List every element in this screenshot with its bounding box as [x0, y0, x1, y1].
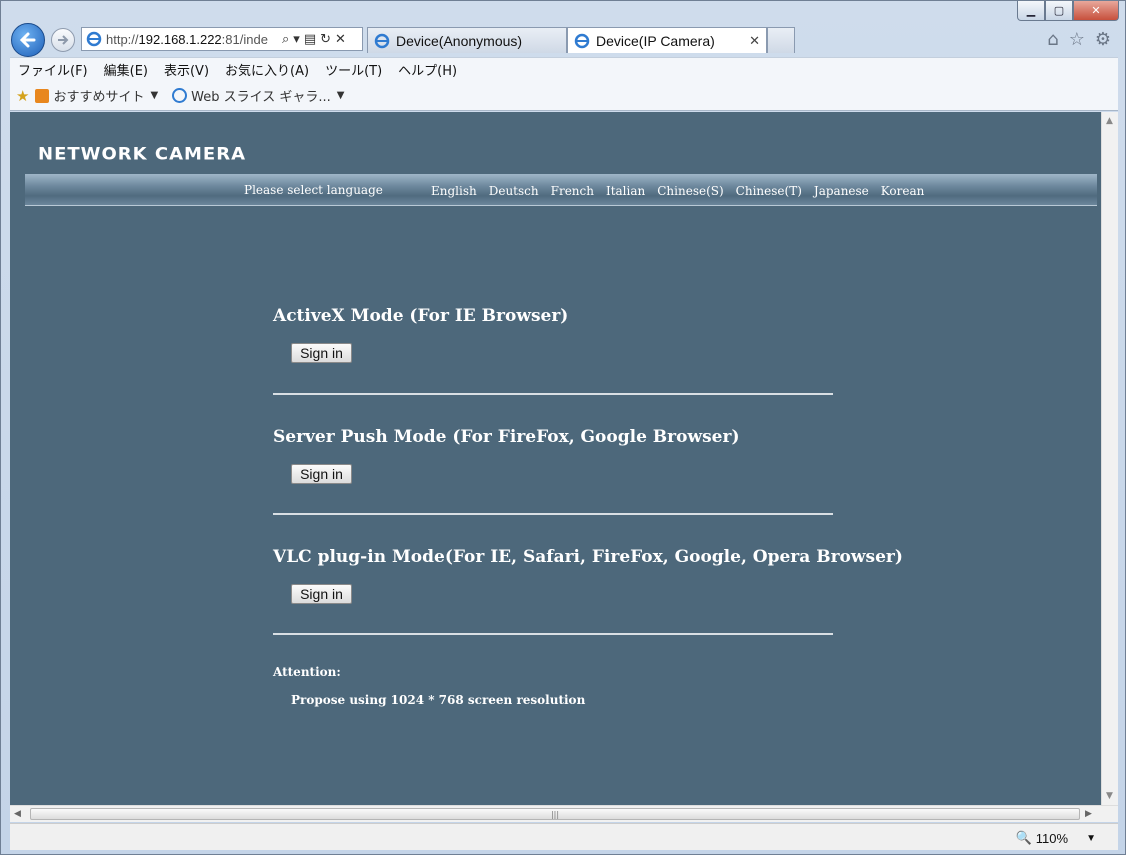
- lang-chinese-simplified[interactable]: Chinese(S): [657, 184, 723, 198]
- ie-tab-icon: [374, 33, 390, 48]
- window-controls: ▁ ▢ ✕: [1017, 1, 1119, 21]
- refresh-icon[interactable]: ↻: [320, 32, 331, 47]
- activex-mode-title: ActiveX Mode (For IE Browser): [273, 306, 569, 326]
- minimize-button[interactable]: ▁: [1017, 1, 1045, 21]
- ie-icon: [172, 88, 188, 103]
- zoom-icon: 🔍: [1015, 830, 1032, 845]
- ie-page-icon: [86, 31, 102, 47]
- favorites-bar: ★ おすすめサイト ▼ Web スライス ギャラ... ▼: [10, 81, 1118, 111]
- back-arrow-icon: [19, 32, 36, 48]
- chevron-down-icon: ▼: [150, 90, 159, 101]
- status-bar: 🔍 110% ▼: [10, 823, 1118, 850]
- divider: [273, 513, 833, 515]
- favorites-add-icon[interactable]: ★: [16, 87, 29, 105]
- address-text[interactable]: http://192.168.1.222:81/inde: [106, 32, 278, 47]
- navigation-row: http://192.168.1.222:81/inde ⌕ ▾ ▤ ↻ ✕ D…: [1, 21, 1125, 57]
- back-button[interactable]: [11, 23, 45, 57]
- activex-mode-section: ActiveX Mode (For IE Browser) Sign in: [273, 306, 833, 395]
- gear-icon[interactable]: ⚙: [1095, 29, 1111, 50]
- stop-icon[interactable]: ✕: [335, 32, 346, 47]
- vlc-mode-section: VLC plug-in Mode(For IE, Safari, FireFox…: [273, 547, 903, 635]
- zoom-control[interactable]: 🔍 110% ▼: [1016, 830, 1096, 846]
- lang-french[interactable]: French: [551, 184, 594, 198]
- server-push-mode-section: Server Push Mode (For FireFox, Google Br…: [273, 427, 833, 515]
- attention-label: Attention:: [273, 665, 341, 679]
- page-viewport: NETWORK CAMERA Please select language En…: [10, 112, 1101, 805]
- close-window-button[interactable]: ✕: [1073, 1, 1119, 21]
- menu-favorites[interactable]: お気に入り(A): [225, 60, 309, 79]
- menu-help[interactable]: ヘルプ(H): [398, 60, 457, 79]
- address-bar[interactable]: http://192.168.1.222:81/inde ⌕ ▾ ▤ ↻ ✕: [81, 27, 363, 51]
- attention-note: Propose using 1024 * 768 screen resoluti…: [291, 693, 586, 707]
- server-push-mode-title: Server Push Mode (For FireFox, Google Br…: [273, 427, 740, 447]
- zoom-level: 110%: [1035, 830, 1069, 846]
- language-prompt: Please select language: [244, 183, 383, 197]
- close-tab-icon[interactable]: ✕: [749, 33, 760, 49]
- language-bar: Please select language English Deutsch F…: [25, 174, 1097, 206]
- activex-sign-in-button[interactable]: Sign in: [291, 343, 352, 363]
- home-icon[interactable]: ⌂: [1047, 29, 1058, 50]
- vlc-mode-title: VLC plug-in Mode(For IE, Safari, FireFox…: [273, 547, 903, 567]
- tab-device-ip-camera[interactable]: Device(IP Camera) ✕: [567, 27, 767, 53]
- divider: [273, 633, 833, 635]
- lang-english[interactable]: English: [431, 184, 477, 198]
- vertical-scrollbar[interactable]: ▲ ▼: [1101, 112, 1118, 805]
- tab-label: Device(Anonymous): [396, 32, 523, 49]
- tab-device-anonymous[interactable]: Device(Anonymous): [367, 27, 567, 53]
- scroll-left-icon[interactable]: ◀: [14, 809, 21, 819]
- tab-label: Device(IP Camera): [596, 32, 715, 49]
- maximize-button[interactable]: ▢: [1045, 1, 1073, 21]
- lang-chinese-traditional[interactable]: Chinese(T): [736, 184, 802, 198]
- new-tab-button[interactable]: [767, 27, 795, 53]
- server-push-sign-in-button[interactable]: Sign in: [291, 464, 352, 484]
- lang-deutsch[interactable]: Deutsch: [489, 184, 539, 198]
- menu-edit[interactable]: 編集(E): [104, 60, 148, 79]
- language-list: English Deutsch French Italian Chinese(S…: [431, 184, 924, 198]
- dropdown-icon[interactable]: ▾: [293, 32, 300, 47]
- menu-view[interactable]: 表示(V): [164, 60, 209, 79]
- menu-tools[interactable]: ツール(T): [325, 60, 382, 79]
- forward-button[interactable]: [51, 28, 75, 52]
- scroll-right-icon[interactable]: ▶: [1085, 809, 1092, 819]
- suggested-sites-icon: [35, 88, 50, 103]
- horizontal-scrollbar[interactable]: ◀ ||| ▶: [10, 805, 1118, 822]
- search-icon[interactable]: ⌕: [282, 32, 289, 47]
- ie-tab-icon: [574, 33, 590, 48]
- scroll-down-icon[interactable]: ▼: [1106, 791, 1113, 801]
- favorites-star-icon[interactable]: ☆: [1069, 29, 1085, 50]
- scrollbar-thumb[interactable]: |||: [30, 808, 1080, 820]
- fav-web-slice-gallery[interactable]: Web スライス ギャラ... ▼: [172, 86, 345, 105]
- forward-arrow-icon: [58, 35, 69, 45]
- network-camera-logo: NETWORK CAMERA: [38, 144, 247, 165]
- compat-view-icon[interactable]: ▤: [304, 32, 316, 47]
- scroll-up-icon[interactable]: ▲: [1106, 116, 1113, 126]
- fav-suggested-sites[interactable]: おすすめサイト ▼: [35, 86, 158, 105]
- divider: [273, 393, 833, 395]
- browser-window: ▁ ▢ ✕ http://192.168.1.222:81/inde ⌕ ▾ ▤…: [0, 0, 1126, 855]
- menu-file[interactable]: ファイル(F): [18, 60, 88, 79]
- chevron-down-icon: ▼: [336, 90, 345, 101]
- lang-italian[interactable]: Italian: [606, 184, 645, 198]
- chevron-down-icon: ▼: [1086, 832, 1096, 844]
- vlc-sign-in-button[interactable]: Sign in: [291, 584, 352, 604]
- lang-japanese[interactable]: Japanese: [814, 184, 869, 198]
- menu-bar: ファイル(F) 編集(E) 表示(V) お気に入り(A) ツール(T) ヘルプ(…: [10, 57, 1118, 81]
- lang-korean[interactable]: Korean: [881, 184, 925, 198]
